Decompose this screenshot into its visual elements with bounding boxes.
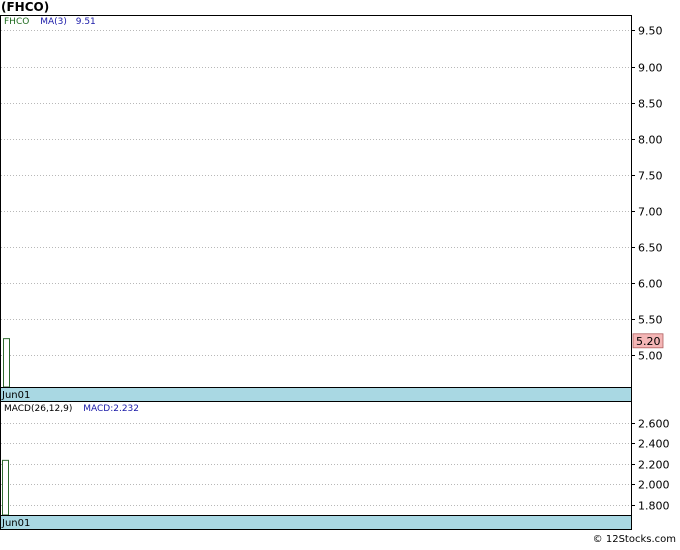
macd-tick-label: 2.600 <box>638 418 670 431</box>
macd-bar <box>2 459 9 516</box>
macd-panel-frame <box>0 401 632 516</box>
stock-chart: (FHCO) 9.50 9.00 8.50 8.00 7.50 7.00 6.50 6.00 5… <box>0 0 676 545</box>
price-tick-label: 9.50 <box>638 25 663 38</box>
price-tick-label: 6.50 <box>638 242 663 255</box>
last-price-value: 5.20 <box>636 335 661 348</box>
watermark: © 12Stocks.com <box>593 534 676 545</box>
price-date-band <box>0 387 632 402</box>
macd-tick-label: 2.200 <box>638 459 670 472</box>
macd-tick-label: 1.800 <box>638 500 670 513</box>
macd-tick-label: 2.000 <box>638 479 670 492</box>
price-y-axis: 9.50 9.00 8.50 8.00 7.50 7.00 6.50 6.00 5.50 5.00 <box>631 25 663 363</box>
price-tick-label: 5.50 <box>638 314 663 327</box>
chart-stage: (FHCO) 9.50 9.00 8.50 8.00 7.50 7.00 6.50 6.00 5… <box>0 0 680 546</box>
price-tick-label: 8.00 <box>638 134 663 147</box>
macd-panel: 2.600 2.400 2.200 2.000 1.800 MACD(26,12,9) … <box>0 401 670 530</box>
price-candle <box>3 338 10 388</box>
macd-date-label: Jun01 <box>1 518 30 529</box>
price-candles <box>3 338 10 388</box>
svg-text:MACD(26,12,9) MACD:2.2: MACD(26,12,9) MACD:2.232 <box>4 404 139 414</box>
price-tick-label: 5.00 <box>638 350 663 363</box>
price-date-label: Jun01 <box>1 390 30 401</box>
macd-legend-value: MACD:2.232 <box>83 404 139 414</box>
price-tick-label: 7.00 <box>638 206 663 219</box>
price-tick-label: 9.00 <box>638 62 663 75</box>
price-legend-symbol: FHCO <box>4 17 29 27</box>
price-panel-frame <box>0 15 632 388</box>
chart-title: (FHCO) <box>1 0 49 14</box>
price-panel: 9.50 9.00 8.50 8.00 7.50 7.00 6.50 6.00 5.50 5.00… <box>0 15 664 402</box>
macd-tick-label: 2.400 <box>638 438 670 451</box>
ma-legend-value: 9.51 <box>76 17 96 27</box>
price-tick-label: 7.50 <box>638 170 663 183</box>
macd-y-axis: 2.600 2.400 2.200 2.000 1.800 <box>631 418 670 513</box>
macd-bars <box>2 459 9 516</box>
price-tick-label: 6.00 <box>638 278 663 291</box>
last-price-badge: 5.20 <box>632 333 664 349</box>
svg-text:FHCO MA(3) 9.5: FHCO MA(3) 9.51 <box>4 17 96 27</box>
ma-legend-label: MA(3) <box>40 17 67 27</box>
macd-legend-label: MACD(26,12,9) <box>4 404 72 414</box>
macd-date-band <box>0 515 632 530</box>
price-tick-label: 8.50 <box>638 98 663 111</box>
